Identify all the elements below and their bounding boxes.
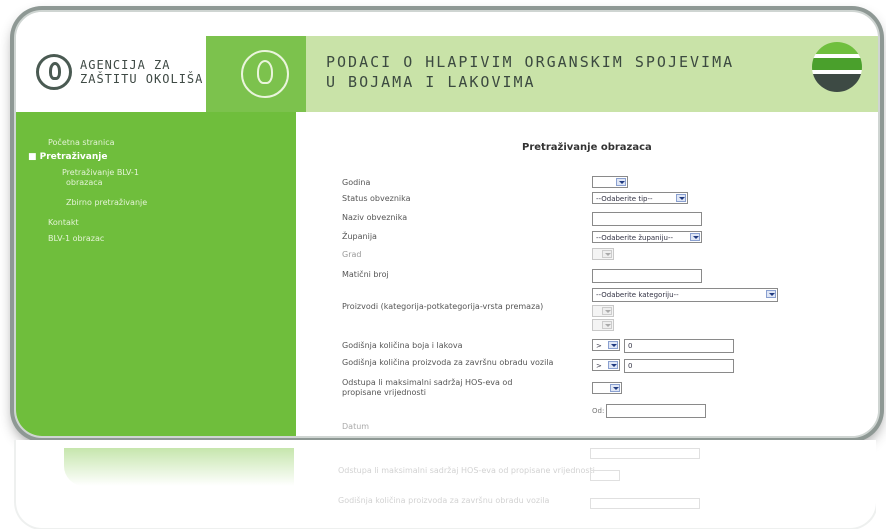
reflection-text-1: Odstupa li maksimalni sadržaj HOS-eva od… <box>338 466 595 475</box>
title-line-1: PODACI O HLAPIVIM ORGANSKIM SPOJEVIMA <box>326 53 735 71</box>
label-grad: Grad <box>342 250 362 259</box>
od-input[interactable] <box>606 404 706 418</box>
tree-logo-icon <box>36 54 72 90</box>
maticni-input[interactable] <box>592 269 702 283</box>
label-datum: Datum <box>342 422 370 431</box>
chevron-down-icon <box>616 178 626 186</box>
reflection-input-2 <box>590 498 700 509</box>
reflection-text-2: Godišnja količina proizvoda za završnu o… <box>338 496 550 505</box>
page-reflection: Odstupa li maksimalni sadržaj HOS-eva od… <box>14 440 876 529</box>
label-godina: Godina <box>342 178 371 187</box>
label-status: Status obveznika <box>342 194 411 203</box>
reflection-sidebar <box>64 448 294 486</box>
label-odstupa: Odstupa li maksimalni sadržaj HOS-eva od… <box>342 378 513 397</box>
chevron-down-icon <box>602 307 612 315</box>
chevron-down-icon <box>602 250 612 258</box>
vrsta-select[interactable] <box>592 319 614 331</box>
chevron-down-icon <box>602 321 612 329</box>
search-form: Pretraživanje obrazaca Godina Status obv… <box>296 112 878 436</box>
chevron-down-icon <box>676 194 686 202</box>
window-frame: AGENCIJA ZA ZAŠTITU OKOLIŠA PODACI O HLA… <box>14 10 880 438</box>
label-maticni: Matični broj <box>342 270 389 279</box>
chevron-down-icon <box>608 361 618 369</box>
title-line-2: U BOJAMA I LAKOVIMA <box>326 73 536 91</box>
sidebar-item-home[interactable]: Početna stranica <box>48 138 115 147</box>
godisnja-boja-operator[interactable]: > <box>592 339 620 351</box>
chevron-down-icon <box>608 341 618 349</box>
kategorija-select[interactable]: --Odaberite kategoriju-- <box>592 288 778 302</box>
sidebar-item-search[interactable]: ■ Pretraživanje <box>28 152 107 162</box>
reflection-select <box>590 470 620 481</box>
sidebar-item-blv-search-cont[interactable]: obrazaca <box>66 178 103 187</box>
reflection-input <box>590 448 700 459</box>
odstupa-select[interactable] <box>592 382 622 394</box>
godina-select[interactable] <box>592 176 628 188</box>
globe-logo-icon <box>812 42 862 92</box>
chevron-down-icon <box>766 290 776 298</box>
sidebar-item-blv-search[interactable]: Pretraživanje BLV-1 <box>62 168 139 177</box>
page-title: PODACI O HLAPIVIM ORGANSKIM SPOJEVIMA U … <box>326 52 734 92</box>
potkategorija-select[interactable] <box>592 305 614 317</box>
godisnja-vozila-input[interactable]: 0 <box>624 359 734 373</box>
status-select[interactable]: --Odaberite tip-- <box>592 192 688 204</box>
label-naziv: Naziv obveznika <box>342 213 408 222</box>
naziv-input[interactable] <box>592 212 702 226</box>
sidebar: Početna stranica ■ Pretraživanje Pretraž… <box>16 112 296 436</box>
sidebar-item-aggregate[interactable]: Zbirno pretraživanje <box>66 198 147 207</box>
label-godisnja-boja: Godišnja količina boja i lakova <box>342 341 463 350</box>
sidebar-item-contact[interactable]: Kontakt <box>48 218 79 227</box>
tree-watermark-icon <box>241 50 289 98</box>
logo-line-1: AGENCIJA ZA <box>80 58 171 72</box>
label-proizvodi: Proizvodi (kategorija-potkategorija-vrst… <box>342 302 544 311</box>
label-zupanija: Županija <box>342 232 377 241</box>
header: AGENCIJA ZA ZAŠTITU OKOLIŠA PODACI O HLA… <box>16 12 878 112</box>
label-godisnja-vozila: Godišnja količina proizvoda za završnu o… <box>342 358 554 367</box>
zupanija-select[interactable]: --Odaberite županiju-- <box>592 231 702 243</box>
chevron-down-icon <box>690 233 700 241</box>
agency-logo[interactable]: AGENCIJA ZA ZAŠTITU OKOLIŠA <box>16 12 206 112</box>
form-title: Pretraživanje obrazaca <box>522 142 652 153</box>
grad-select[interactable] <box>592 248 614 260</box>
godisnja-vozila-operator[interactable]: > <box>592 359 620 371</box>
logo-line-2: ZAŠTITU OKOLIŠA <box>80 72 204 86</box>
godisnja-boja-input[interactable]: 0 <box>624 339 734 353</box>
chevron-down-icon <box>610 384 620 392</box>
sidebar-item-blv-form[interactable]: BLV-1 obrazac <box>48 234 104 243</box>
logo-text: AGENCIJA ZA ZAŠTITU OKOLIŠA <box>80 58 203 86</box>
